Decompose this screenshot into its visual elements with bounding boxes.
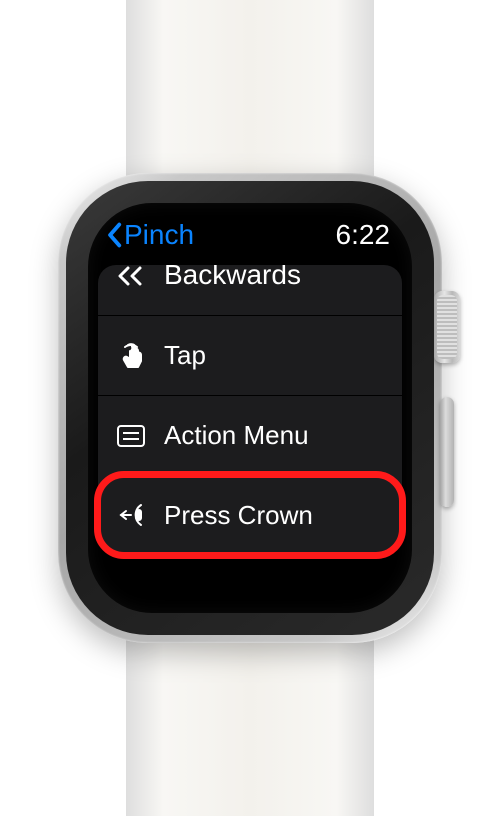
strap-top <box>126 0 374 185</box>
back-label: Pinch <box>124 219 194 251</box>
option-label: Backwards <box>164 265 301 291</box>
option-backwards[interactable]: Backwards <box>98 265 402 315</box>
side-button[interactable] <box>440 397 454 507</box>
watch-screen: Pinch 6:22 Backwards <box>88 203 412 613</box>
options-list: Backwards Tap <box>88 255 412 565</box>
double-chevron-left-icon <box>114 265 148 287</box>
status-bar: Pinch 6:22 <box>88 203 412 255</box>
option-action-menu[interactable]: Action Menu <box>98 395 402 475</box>
clock: 6:22 <box>336 219 391 251</box>
option-label: Action Menu <box>164 420 309 451</box>
apple-watch: Pinch 6:22 Backwards <box>30 0 470 816</box>
action-menu-icon <box>114 425 148 447</box>
option-label: Press Crown <box>164 500 313 531</box>
case-inner: Pinch 6:22 Backwards <box>66 181 434 635</box>
digital-crown[interactable] <box>434 291 460 363</box>
option-tap[interactable]: Tap <box>98 315 402 395</box>
option-press-crown[interactable]: Press Crown <box>98 475 402 555</box>
back-button[interactable]: Pinch <box>106 219 194 251</box>
tap-icon <box>114 341 148 371</box>
option-label: Tap <box>164 340 206 371</box>
chevron-left-icon <box>106 222 122 248</box>
watch-case: Pinch 6:22 Backwards <box>58 173 442 643</box>
strap-bottom <box>126 631 374 816</box>
press-crown-icon <box>114 501 148 529</box>
